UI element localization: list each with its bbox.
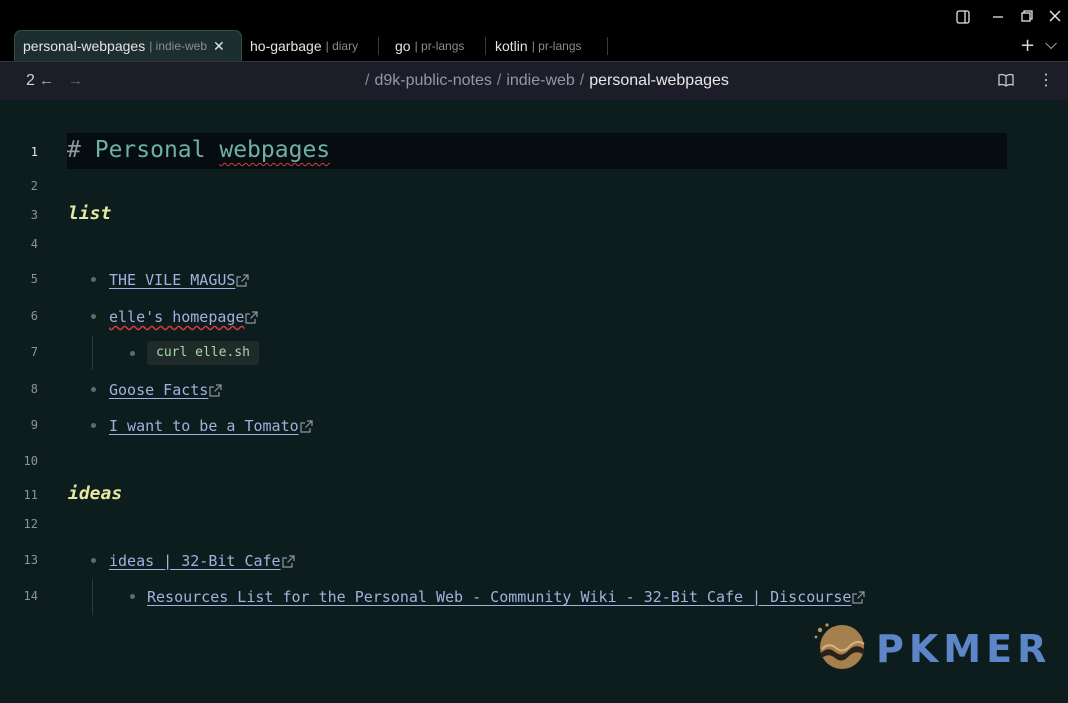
new-tab-button[interactable]: + bbox=[1020, 37, 1035, 55]
external-link-ideas-32bit-cafe[interactable]: ideas | 32-Bit Cafe bbox=[109, 552, 281, 570]
close-tab-icon[interactable]: ✕ bbox=[213, 38, 225, 55]
breadcrumb-separator: / bbox=[579, 72, 585, 89]
heading-hash: # bbox=[67, 137, 81, 163]
tab-folder: | pr-langs bbox=[531, 38, 582, 53]
pkmer-logo-text: PKMER bbox=[876, 627, 1052, 671]
list-item: elle's homepage bbox=[109, 307, 259, 326]
line-number: 7 bbox=[30, 345, 38, 359]
external-link-goose-facts[interactable]: Goose Facts bbox=[109, 381, 208, 399]
bullet bbox=[91, 387, 96, 392]
tab-kotlin[interactable]: kotlin | pr-langs bbox=[487, 30, 607, 61]
bullet bbox=[130, 351, 135, 356]
bullet bbox=[130, 594, 135, 599]
tab-divider bbox=[378, 37, 379, 55]
line-number: 13 bbox=[23, 553, 38, 567]
restore-icon[interactable] bbox=[1019, 10, 1035, 26]
list-item: I want to be a Tomato bbox=[109, 416, 313, 435]
pkmer-logo-icon bbox=[814, 623, 865, 669]
section-heading-ideas[interactable]: ideas bbox=[68, 483, 122, 504]
external-link-tomato[interactable]: I want to be a Tomato bbox=[109, 417, 299, 435]
line-number: 8 bbox=[30, 382, 38, 396]
sidebar-toggle-icon[interactable] bbox=[955, 10, 971, 26]
line-number: 6 bbox=[30, 309, 38, 323]
external-link-icon bbox=[209, 384, 222, 397]
inline-code[interactable]: curl elle.sh bbox=[147, 341, 259, 365]
external-link-icon bbox=[300, 420, 313, 433]
line-number: 3 bbox=[30, 208, 38, 222]
bullet bbox=[91, 314, 96, 319]
line-number: 12 bbox=[23, 517, 38, 531]
tab-title: personal-webpages bbox=[23, 38, 146, 54]
list-item: Goose Facts bbox=[109, 380, 222, 399]
tab-divider bbox=[607, 37, 608, 55]
reading-view-book-icon[interactable] bbox=[998, 73, 1014, 92]
forward-arrow-icon[interactable]: → bbox=[68, 72, 83, 90]
close-window-icon[interactable] bbox=[1047, 10, 1063, 26]
bullet bbox=[91, 423, 96, 428]
external-link-vile-magus[interactable]: THE VILE MAGUS bbox=[109, 271, 235, 289]
list-item: ideas | 32-Bit Cafe bbox=[109, 551, 295, 570]
tab-title: go bbox=[395, 37, 411, 54]
back-arrow-icon[interactable]: ← bbox=[39, 72, 54, 90]
tab-divider bbox=[485, 37, 486, 55]
breadcrumb-item-folder[interactable]: indie-web bbox=[506, 72, 574, 89]
external-link-icon bbox=[852, 591, 866, 604]
external-link-icon bbox=[281, 555, 295, 568]
page-title[interactable]: personal-webpages bbox=[589, 72, 729, 89]
external-link-icon bbox=[236, 274, 250, 287]
tab-folder: | indie-web bbox=[149, 39, 208, 53]
line-number: 14 bbox=[23, 589, 38, 603]
bullet bbox=[91, 277, 96, 282]
line-number: 1 bbox=[30, 145, 38, 159]
heading-1[interactable]: # Personal webpages bbox=[67, 137, 330, 163]
view-header: 2 ← → / d9k-public-notes / indie-web / person… bbox=[0, 61, 1068, 100]
line-number: 9 bbox=[30, 418, 38, 432]
breadcrumb-separator: / bbox=[365, 72, 370, 89]
section-heading-list[interactable]: list bbox=[68, 203, 111, 224]
more-options-icon[interactable]: ⋮ bbox=[1038, 72, 1054, 90]
tab-title: ho-garbage bbox=[250, 37, 322, 54]
external-link-icon bbox=[245, 311, 259, 324]
indent-guide bbox=[92, 579, 93, 615]
tab-title: kotlin bbox=[495, 37, 528, 54]
line-number: 5 bbox=[30, 272, 38, 286]
indent-guide bbox=[92, 336, 93, 370]
minimize-icon[interactable] bbox=[990, 10, 1006, 26]
external-link-resources-list[interactable]: Resources List for the Personal Web - Co… bbox=[147, 588, 851, 606]
tab-bar: personal-webpages | indie-web ✕ ho-garba… bbox=[0, 0, 1068, 61]
tab-folder: | pr-langs bbox=[414, 38, 465, 53]
breadcrumb-item-vault[interactable]: d9k-public-notes bbox=[374, 72, 491, 89]
line-number: 11 bbox=[23, 488, 38, 502]
heading-word-misspelled: webpages bbox=[219, 137, 331, 163]
breadcrumb-separator: / bbox=[496, 72, 502, 89]
list-item: THE VILE MAGUS bbox=[109, 270, 250, 289]
line-number: 4 bbox=[30, 237, 38, 251]
history-count: 2 bbox=[26, 72, 35, 89]
tab-folder: | diary bbox=[325, 38, 359, 53]
line-number: 10 bbox=[23, 454, 38, 468]
line-number: 2 bbox=[30, 179, 38, 193]
external-link-elle-homepage[interactable]: elle's homepage bbox=[109, 308, 244, 326]
tab-go[interactable]: go | pr-langs bbox=[387, 30, 483, 61]
breadcrumb: / d9k-public-notes / indie-web / personal-web… bbox=[365, 72, 729, 90]
tab-personal-webpages[interactable]: personal-webpages | indie-web ✕ bbox=[14, 30, 242, 61]
list-item: Resources List for the Personal Web - Co… bbox=[147, 587, 866, 606]
heading-word: Personal bbox=[94, 137, 206, 163]
markdown-editor[interactable]: 1 2 3 4 5 6 7 8 9 10 11 12 13 14 # Perso… bbox=[0, 100, 1068, 703]
pkmer-watermark: PKMER bbox=[812, 619, 1047, 677]
tab-ho-garbage[interactable]: ho-garbage | diary bbox=[242, 30, 378, 61]
bullet bbox=[91, 558, 96, 563]
tab-list-chevron-icon[interactable]: ⌵ bbox=[1045, 36, 1057, 52]
